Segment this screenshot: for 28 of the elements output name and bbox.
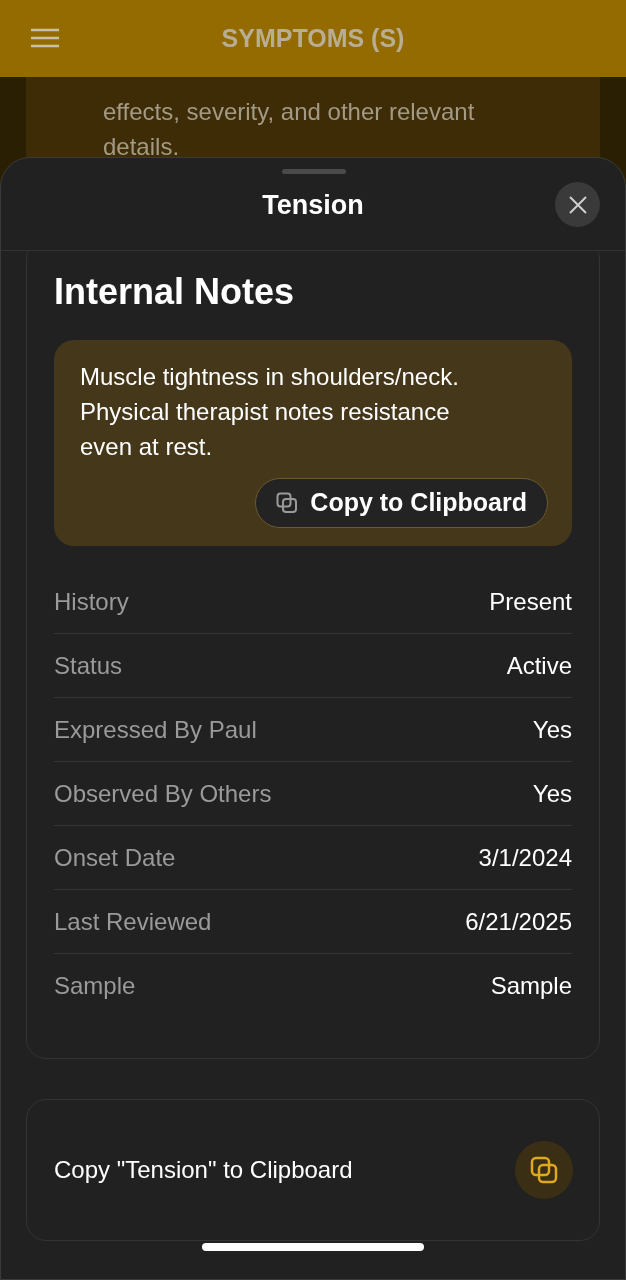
field-label: Last Reviewed [54,906,212,937]
field-label: Expressed By Paul [54,714,257,745]
field-value: Yes [532,778,572,809]
field-label: History [54,586,129,617]
close-icon [567,194,588,215]
copy-button[interactable]: Copy to Clipboard [255,478,548,528]
copy-icon [276,492,299,514]
field-label: Sample [54,971,136,1001]
field-value: Present [489,586,572,617]
page-title: SYMPTOMS (S) [221,22,405,54]
description-text: effects, severity, and other relevant details. [103,97,476,162]
field-value: 6/21/2025 [465,906,572,937]
copy-action-card[interactable]: Copy "Tension" to Clipboard [26,1099,600,1241]
note-text: Muscle tightness in shoulders/neck. Physical therapist notes resistance even at rest. [80,362,460,462]
copy-icon [530,1156,558,1184]
drag-handle[interactable] [282,169,346,174]
field-label: Onset Date [54,842,176,873]
field-value: Active [506,650,572,681]
field-value: Yes [532,714,572,745]
section-title: Internal Notes [54,270,296,314]
menu-icon[interactable] [30,28,60,48]
field-value: Sample [490,971,572,1001]
field-label: Status [54,650,123,681]
field-value: 3/1/2024 [478,842,572,873]
close-button[interactable] [555,182,600,227]
copy-action-label: Copy "Tension" to Clipboard [54,1155,353,1185]
sheet-title: Tension [262,188,364,222]
field-label: Observed By Others [54,778,272,809]
